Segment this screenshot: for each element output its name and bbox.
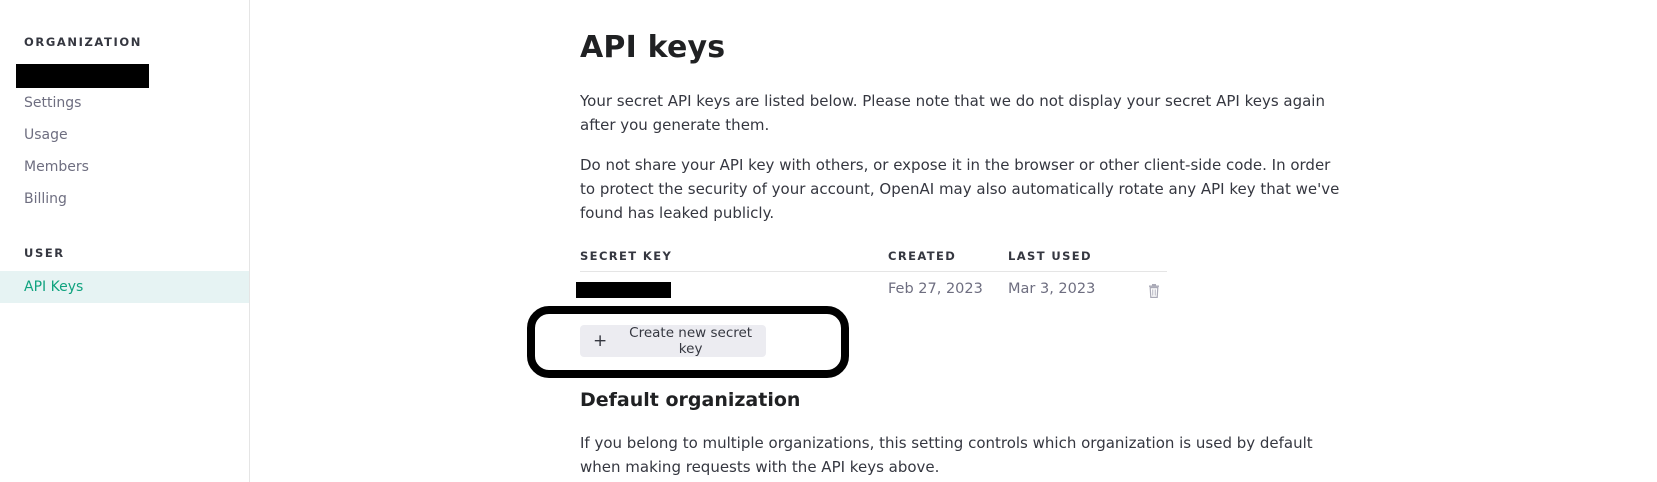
key-created-date: Feb 27, 2023	[888, 281, 983, 297]
column-header-last-used: LAST USED	[1008, 249, 1092, 263]
sidebar-item-members[interactable]: Members	[0, 151, 249, 183]
page-title: API keys	[580, 30, 726, 65]
sidebar-item-api-keys[interactable]: API Keys	[0, 271, 249, 303]
user-section-label: USER	[24, 246, 65, 260]
column-header-created: CREATED	[888, 249, 957, 263]
organization-section-label: ORGANIZATION	[24, 35, 142, 49]
secret-key-redacted	[576, 282, 671, 298]
sidebar-item-usage[interactable]: Usage	[0, 119, 249, 151]
intro-paragraph-2: Do not share your API key with others, o…	[580, 156, 1340, 222]
column-header-secret-key: SECRET KEY	[580, 249, 673, 263]
create-new-secret-key-button[interactable]: + Create new secret key	[580, 325, 766, 357]
plus-icon: +	[593, 330, 608, 351]
create-button-label: Create new secret key	[629, 325, 753, 357]
key-last-used-date: Mar 3, 2023	[1008, 281, 1096, 297]
default-organization-description: If you belong to multiple organizations,…	[580, 434, 1313, 476]
sidebar-item-billing[interactable]: Billing	[0, 183, 249, 215]
default-organization-heading: Default organization	[580, 389, 801, 411]
sidebar-item-settings[interactable]: Settings	[0, 87, 249, 119]
organization-name-redacted[interactable]	[16, 64, 149, 88]
table-divider	[580, 271, 1167, 272]
trash-icon[interactable]	[1148, 283, 1160, 298]
sidebar: ORGANIZATION Settings Usage Members Bill…	[0, 0, 250, 482]
intro-paragraph-1: Your secret API keys are listed below. P…	[580, 92, 1325, 134]
